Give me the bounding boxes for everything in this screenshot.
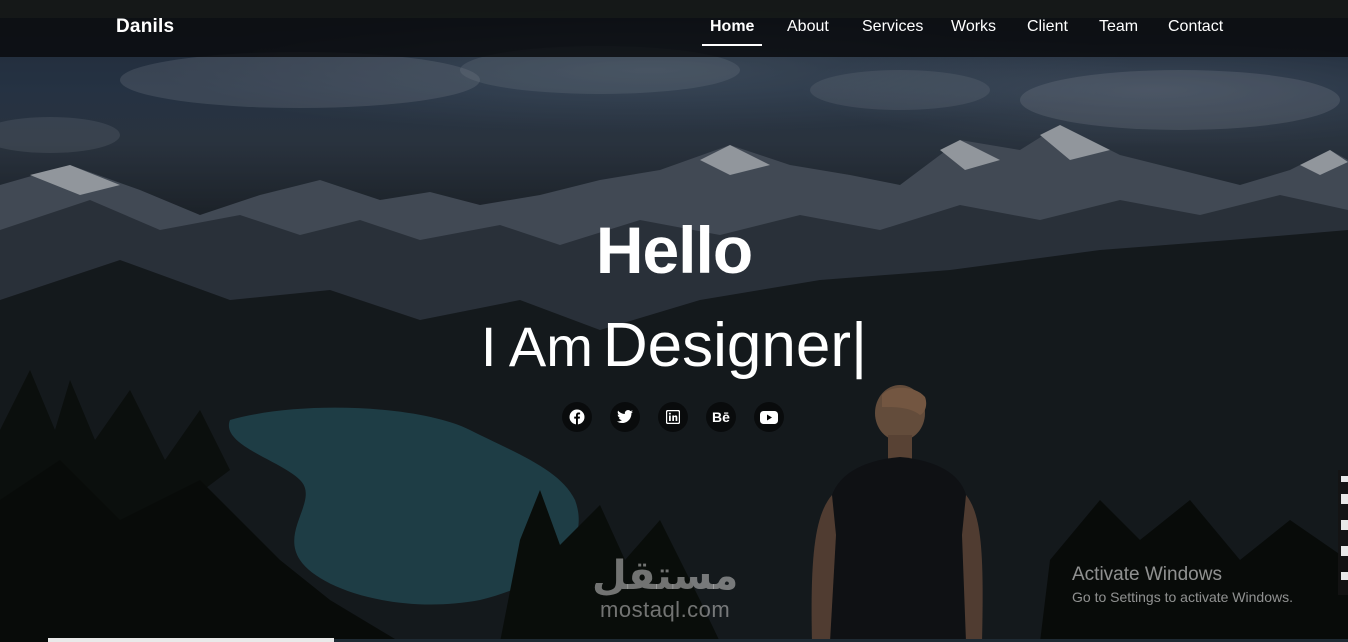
edge-side-widget[interactable] <box>1338 470 1348 595</box>
hero-heading: Hello <box>595 213 753 287</box>
nav-home[interactable]: Home <box>701 18 763 46</box>
typing-caret: | <box>851 311 868 380</box>
nav-works[interactable]: Works <box>951 18 996 43</box>
edge-widget-item[interactable] <box>1341 546 1348 556</box>
activation-subtitle: Go to Settings to activate Windows. <box>1072 589 1293 605</box>
main-nav: Home About Services Works Client Team Co… <box>0 18 1348 48</box>
tagline-role: Designer <box>602 311 852 380</box>
watermark-latin: mostaql.com <box>600 597 731 622</box>
edge-widget-item[interactable] <box>1341 520 1348 530</box>
nav-services[interactable]: Services <box>862 18 923 43</box>
windows-activation-notice: Activate Windows Go to Settings to activ… <box>1072 563 1293 607</box>
facebook-icon[interactable] <box>562 402 592 432</box>
linkedin-icon[interactable] <box>658 402 688 432</box>
edge-widget-item[interactable] <box>1341 476 1348 482</box>
behance-glyph: Bē <box>712 409 730 425</box>
youtube-icon[interactable] <box>754 402 784 432</box>
nav-about[interactable]: About <box>787 18 829 43</box>
twitter-icon[interactable] <box>610 402 640 432</box>
behance-icon[interactable]: Bē <box>706 402 736 432</box>
watermark-arabic: مستقل <box>592 553 739 599</box>
edge-widget-item[interactable] <box>1341 572 1348 580</box>
nav-client[interactable]: Client <box>1027 18 1068 43</box>
hero-tagline: I Am Designer| <box>0 310 1348 381</box>
nav-team[interactable]: Team <box>1099 18 1138 43</box>
navbar-top-strip <box>0 0 1348 18</box>
social-links: Bē <box>562 402 786 432</box>
navbar: Danils Home About Services Works Client … <box>0 0 1348 57</box>
page-progress-bar <box>48 638 334 642</box>
mostaql-watermark: مستقل mostaql.com <box>592 555 738 623</box>
edge-widget-item[interactable] <box>1341 494 1348 504</box>
tagline-lead: I Am <box>480 315 593 378</box>
activation-title: Activate Windows <box>1072 564 1222 585</box>
nav-contact[interactable]: Contact <box>1168 18 1223 43</box>
